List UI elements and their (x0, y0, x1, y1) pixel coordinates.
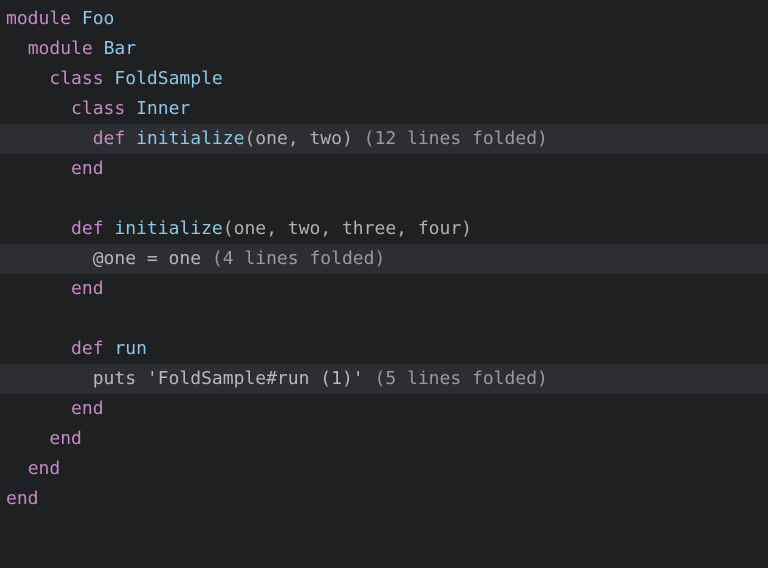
code-line: module Bar (0, 34, 768, 64)
module-name-foo: Foo (82, 8, 115, 29)
code-line: end (0, 394, 768, 424)
method-name-initialize: initialize (136, 128, 244, 149)
code-line: def initialize(one, two, three, four) (0, 214, 768, 244)
keyword-def: def (93, 128, 126, 149)
code-line: end (0, 154, 768, 184)
code-line: class Inner (0, 94, 768, 124)
param-list: (one, two, three, four) (223, 218, 472, 239)
class-name-foldsample: FoldSample (114, 68, 222, 89)
keyword-end: end (6, 488, 39, 509)
module-name-bar: Bar (104, 38, 137, 59)
keyword-end: end (71, 398, 104, 419)
code-line: end (0, 424, 768, 454)
keyword-end: end (49, 428, 82, 449)
keyword-module: module (28, 38, 93, 59)
blank-line (0, 304, 768, 334)
code-line: end (0, 484, 768, 514)
method-name-initialize: initialize (114, 218, 222, 239)
keyword-end: end (71, 278, 104, 299)
method-name-run: run (114, 338, 147, 359)
code-line: module Foo (0, 4, 768, 34)
keyword-def: def (71, 338, 104, 359)
keyword-end: end (71, 158, 104, 179)
keyword-class: class (71, 98, 125, 119)
keyword-module: module (6, 8, 71, 29)
keyword-def: def (71, 218, 104, 239)
fold-indicator: (12 lines folded) (353, 128, 548, 149)
folded-code-line[interactable]: @one = one (4 lines folded) (0, 244, 768, 274)
code-line: end (0, 454, 768, 484)
code-line: class FoldSample (0, 64, 768, 94)
folded-code-line[interactable]: puts 'FoldSample#run (1)' (5 lines folde… (0, 364, 768, 394)
code-line: def run (0, 334, 768, 364)
puts-call: puts 'FoldSample#run (1)' (93, 368, 364, 389)
folded-code-line[interactable]: def initialize(one, two) (12 lines folde… (0, 124, 768, 154)
blank-line (0, 184, 768, 214)
param-list: (one, two) (244, 128, 352, 149)
keyword-class: class (49, 68, 103, 89)
code-line: end (0, 274, 768, 304)
assignment: @one = one (93, 248, 201, 269)
fold-indicator: (5 lines folded) (364, 368, 548, 389)
fold-indicator: (4 lines folded) (201, 248, 385, 269)
keyword-end: end (28, 458, 61, 479)
class-name-inner: Inner (136, 98, 190, 119)
